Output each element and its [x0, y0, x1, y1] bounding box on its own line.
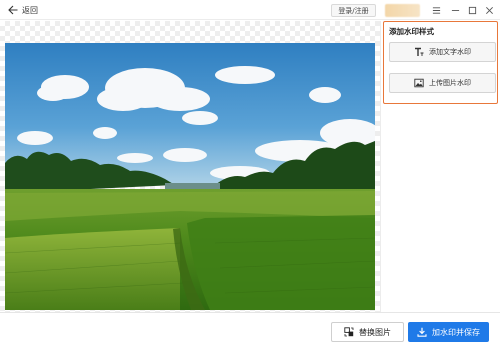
user-account-chip[interactable] — [385, 4, 420, 17]
rice-field-photo — [5, 43, 375, 310]
replace-image-button[interactable]: 替换图片 — [331, 322, 404, 342]
back-arrow-icon — [8, 5, 18, 15]
add-watermark-save-label: 加水印并保存 — [432, 327, 480, 337]
watermark-style-section: 添加水印样式 添加文字水印 上传图片水印 — [383, 21, 498, 104]
add-watermark-save-button[interactable]: 加水印并保存 — [408, 322, 489, 342]
upload-image-watermark-label: 上传图片水印 — [429, 79, 471, 87]
back-button[interactable]: 返回 — [8, 3, 38, 17]
add-text-watermark-label: 添加文字水印 — [429, 48, 471, 56]
back-label: 返回 — [22, 5, 38, 15]
bottom-bar: 替换图片 加水印并保存 — [0, 312, 500, 350]
add-text-watermark-button[interactable]: 添加文字水印 — [389, 42, 496, 62]
preview-image[interactable] — [5, 43, 375, 310]
close-icon[interactable] — [483, 4, 495, 16]
image-canvas — [0, 21, 380, 312]
minimize-icon[interactable] — [449, 4, 461, 16]
text-icon — [415, 47, 424, 56]
image-icon — [414, 78, 424, 88]
download-icon — [417, 327, 427, 337]
title-bar: 返回 登录/注册 — [0, 0, 500, 20]
login-register-button[interactable]: 登录/注册 — [331, 4, 376, 17]
replace-image-label: 替换图片 — [359, 327, 391, 337]
panel-title: 添加水印样式 — [389, 27, 434, 36]
menu-icon[interactable] — [430, 4, 442, 16]
watermark-panel: 添加水印样式 添加文字水印 上传图片水印 — [380, 21, 500, 312]
upload-image-watermark-button[interactable]: 上传图片水印 — [389, 73, 496, 93]
replace-icon — [344, 327, 354, 337]
maximize-icon[interactable] — [466, 4, 478, 16]
